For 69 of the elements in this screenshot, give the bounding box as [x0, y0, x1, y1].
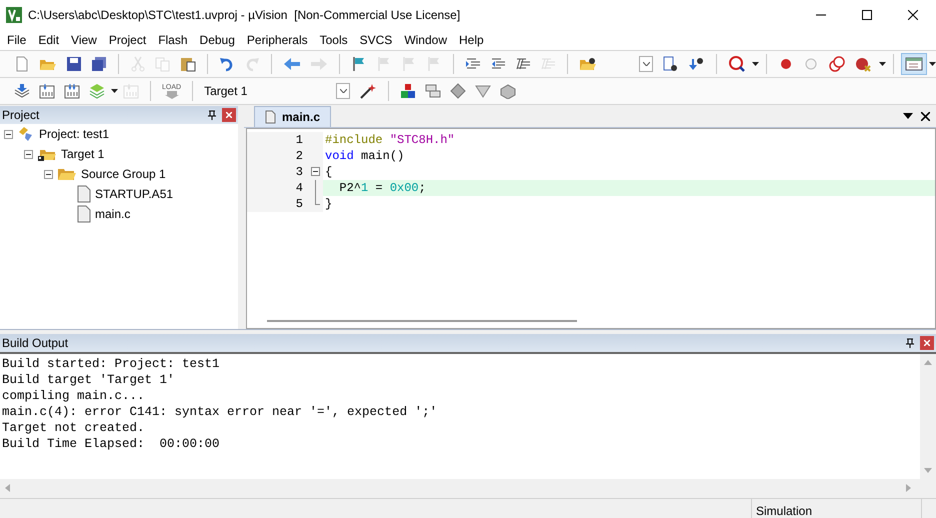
collapse-toggle[interactable] [4, 130, 13, 138]
caret-icon[interactable] [879, 62, 886, 66]
collapse-toggle[interactable] [44, 170, 53, 178]
minus-icon [26, 152, 31, 156]
output-line: Build started: Project: test1 [2, 356, 220, 372]
panel-title: Build Output [2, 335, 70, 352]
line-number: 3 [247, 164, 323, 180]
project-icon [17, 126, 35, 142]
tree-item[interactable]: Target 1 [61, 145, 104, 163]
caret-icon[interactable] [752, 62, 759, 66]
app-logo-icon [6, 7, 22, 23]
menu-item[interactable]: Debug [194, 31, 241, 49]
file-tab[interactable]: main.c [254, 106, 332, 127]
dropdown-button[interactable] [639, 56, 653, 72]
menu-item[interactable]: Project [102, 31, 152, 49]
scrollbar-thumb[interactable] [267, 320, 577, 322]
code-line: } [324, 196, 334, 212]
caret-icon [340, 89, 347, 93]
menu-item[interactable]: Tools [314, 31, 354, 49]
close-icon [924, 340, 930, 346]
close-icon [908, 10, 918, 20]
target-select[interactable]: Target 1 [200, 81, 350, 101]
close-icon [226, 112, 232, 118]
line-number: 2 [247, 148, 323, 164]
output-line: compiling main.c... [2, 388, 145, 404]
caret-icon[interactable] [111, 89, 118, 93]
menu-item[interactable]: View [65, 31, 103, 49]
tree-item[interactable]: Source Group 1 [81, 165, 166, 183]
code-line: #include "STC8H.h" [324, 132, 456, 148]
close-icon[interactable] [921, 112, 930, 121]
collapse-toggle[interactable] [24, 150, 33, 158]
line-number: 1 [247, 132, 323, 148]
menu-item[interactable]: Edit [32, 31, 66, 49]
line-number: 5 [247, 196, 323, 212]
line-number: 4 [247, 180, 323, 196]
file-icon [77, 185, 91, 203]
folder-icon [57, 166, 77, 182]
file-icon [265, 110, 276, 124]
menu-item[interactable]: Window [398, 31, 453, 49]
pin-icon[interactable] [906, 338, 914, 348]
output-line: Build target 'Target 1' [2, 372, 175, 388]
menu-item[interactable]: Help [453, 31, 490, 49]
code-editor[interactable]: 1 #include "STC8H.h" 2 void main() 3 { 4 P2^1 = 0x00; 5 } [246, 128, 936, 329]
panel-title: Project [2, 107, 40, 124]
code-line: { [324, 164, 334, 180]
output-line: Build Time Elapsed: 00:00:00 [2, 436, 220, 452]
file-icon [77, 205, 91, 223]
output-line: Target not created. [2, 420, 145, 436]
fold-toggle[interactable] [311, 167, 320, 176]
caret-icon[interactable] [903, 113, 913, 119]
tree-item[interactable]: Project: test1 [39, 125, 110, 143]
window-list-icon[interactable] [901, 53, 927, 75]
menu-item[interactable]: SVCS [354, 31, 398, 49]
output-line: main.c(4): error C141: syntax error near '=', expected ';' [2, 404, 438, 420]
download-icon [164, 90, 179, 98]
caret-icon[interactable] [929, 62, 936, 66]
menu-item[interactable]: Flash [152, 31, 194, 49]
menu-item[interactable]: Peripherals [240, 31, 314, 49]
minus-icon [46, 172, 51, 176]
caret-icon [642, 62, 650, 66]
menu-item[interactable]: File [1, 31, 32, 49]
tree-item[interactable]: STARTUP.A51 [95, 185, 174, 203]
window-title: C:\Users\abc\Desktop\STC\test1.uvproj - µVision [Non-Commercial Use License] [28, 7, 462, 24]
tree-item[interactable]: main.c [95, 205, 130, 223]
status-text: Simulation [756, 504, 812, 518]
code-line: void main() [324, 148, 406, 164]
pin-icon[interactable] [208, 110, 216, 120]
minus-icon [6, 132, 11, 136]
maximize-icon [862, 10, 872, 20]
